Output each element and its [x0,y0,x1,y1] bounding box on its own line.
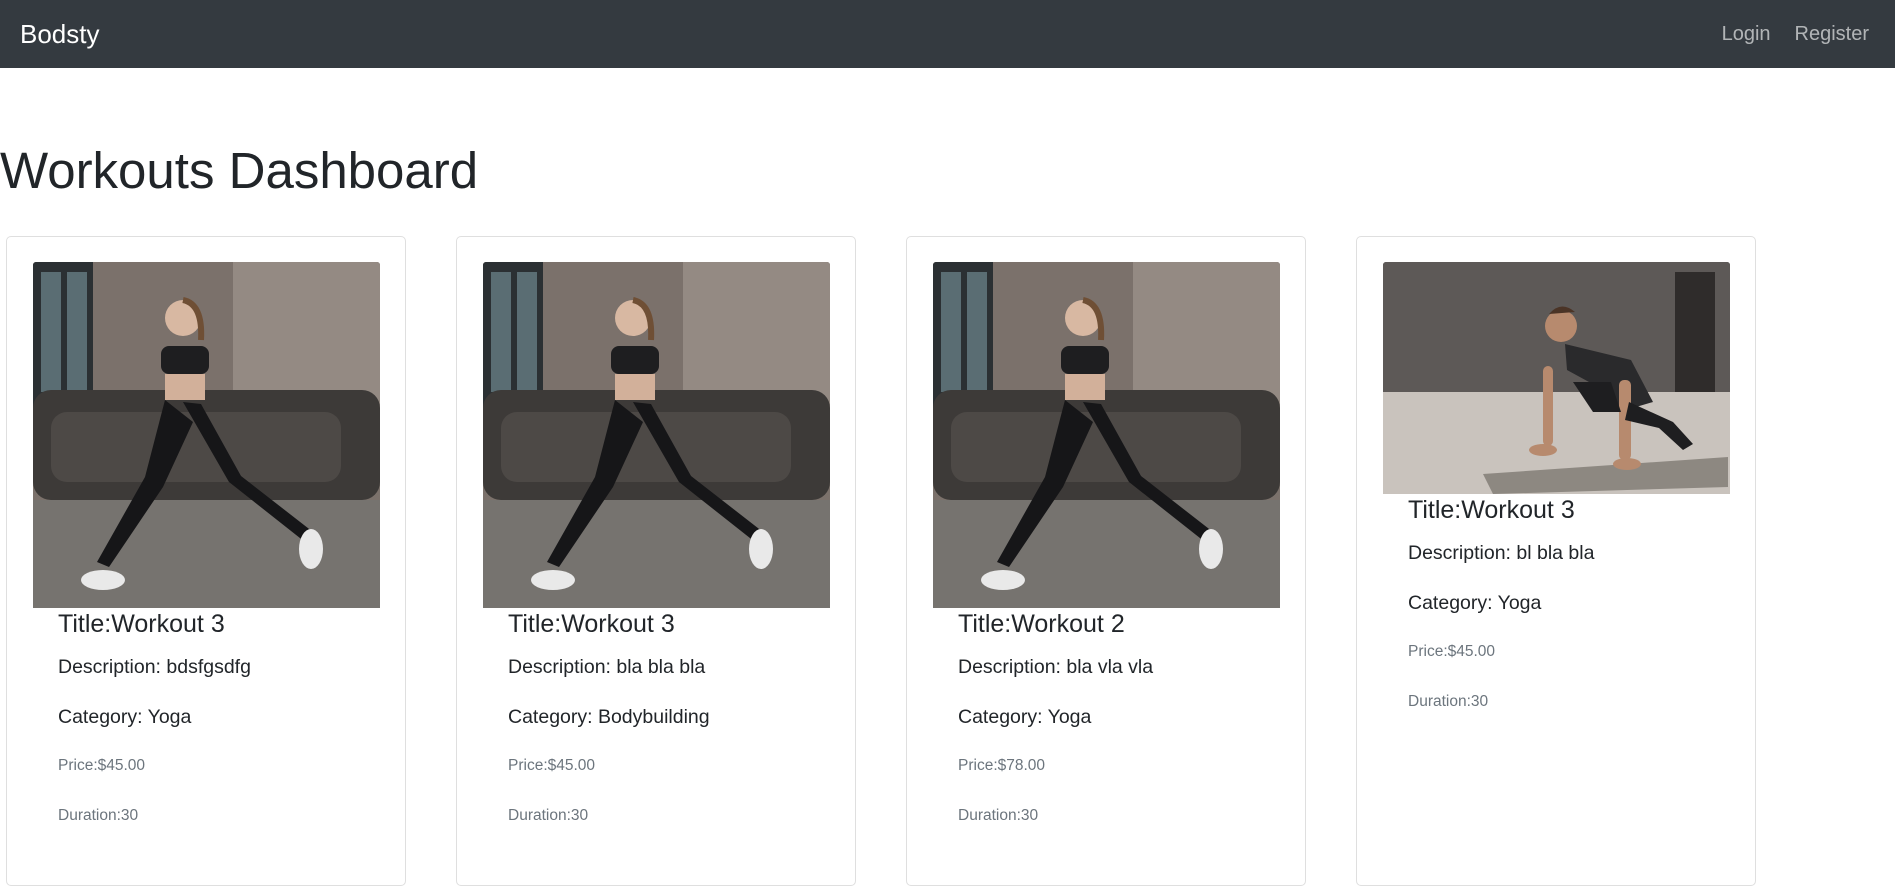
top-navbar: Bodsty Login Register [0,0,1895,68]
brand-logo-text[interactable]: Bodsty [20,18,100,50]
workout-image [33,262,380,608]
workout-card: Title:Workout 3 Description: bl bla bla … [1356,236,1756,886]
login-link[interactable]: Login [1722,20,1771,48]
page-title: Workouts Dashboard [0,142,479,199]
card-description: Description: bdsfgsdfg [58,656,251,678]
card-category: Category: Yoga [1408,592,1542,614]
register-link[interactable]: Register [1795,20,1869,48]
card-description: Description: bla bla bla [508,656,706,678]
card-duration: Duration:30 [1408,693,1489,710]
workout-card: Title:Workout 3 Description: bdsfgsdfg C… [6,236,406,886]
card-category: Category: Bodybuilding [508,706,710,728]
card-title: Title:Workout 3 [1408,496,1575,524]
card-body: Title:Workout 3 Description: bl bla bla … [1408,495,1735,710]
navbar-links: Login Register [1722,20,1869,48]
card-duration: Duration:30 [958,807,1039,824]
card-body: Title:Workout 3 Description: bla bla bla… [508,609,835,824]
workout-image [1383,262,1730,494]
workout-image [483,262,830,608]
card-duration: Duration:30 [58,807,139,824]
card-price: Price:$45.00 [508,757,596,774]
card-title: Title:Workout 2 [958,610,1125,638]
card-category: Category: Yoga [958,706,1092,728]
card-duration: Duration:30 [508,807,589,824]
card-body: Title:Workout 3 Description: bdsfgsdfg C… [58,609,385,824]
card-title: Title:Workout 3 [508,610,675,638]
card-category: Category: Yoga [58,706,192,728]
workout-card: Title:Workout 2 Description: bla vla vla… [906,236,1306,886]
card-body: Title:Workout 2 Description: bla vla vla… [958,609,1285,824]
card-price: Price:$45.00 [58,757,146,774]
card-description: Description: bl bla bla [1408,542,1595,564]
workout-image [933,262,1280,608]
workout-card: Title:Workout 3 Description: bla bla bla… [456,236,856,886]
card-title: Title:Workout 3 [58,610,225,638]
card-price: Price:$45.00 [1408,643,1496,660]
card-price: Price:$78.00 [958,757,1046,774]
card-description: Description: bla vla vla [958,656,1154,678]
